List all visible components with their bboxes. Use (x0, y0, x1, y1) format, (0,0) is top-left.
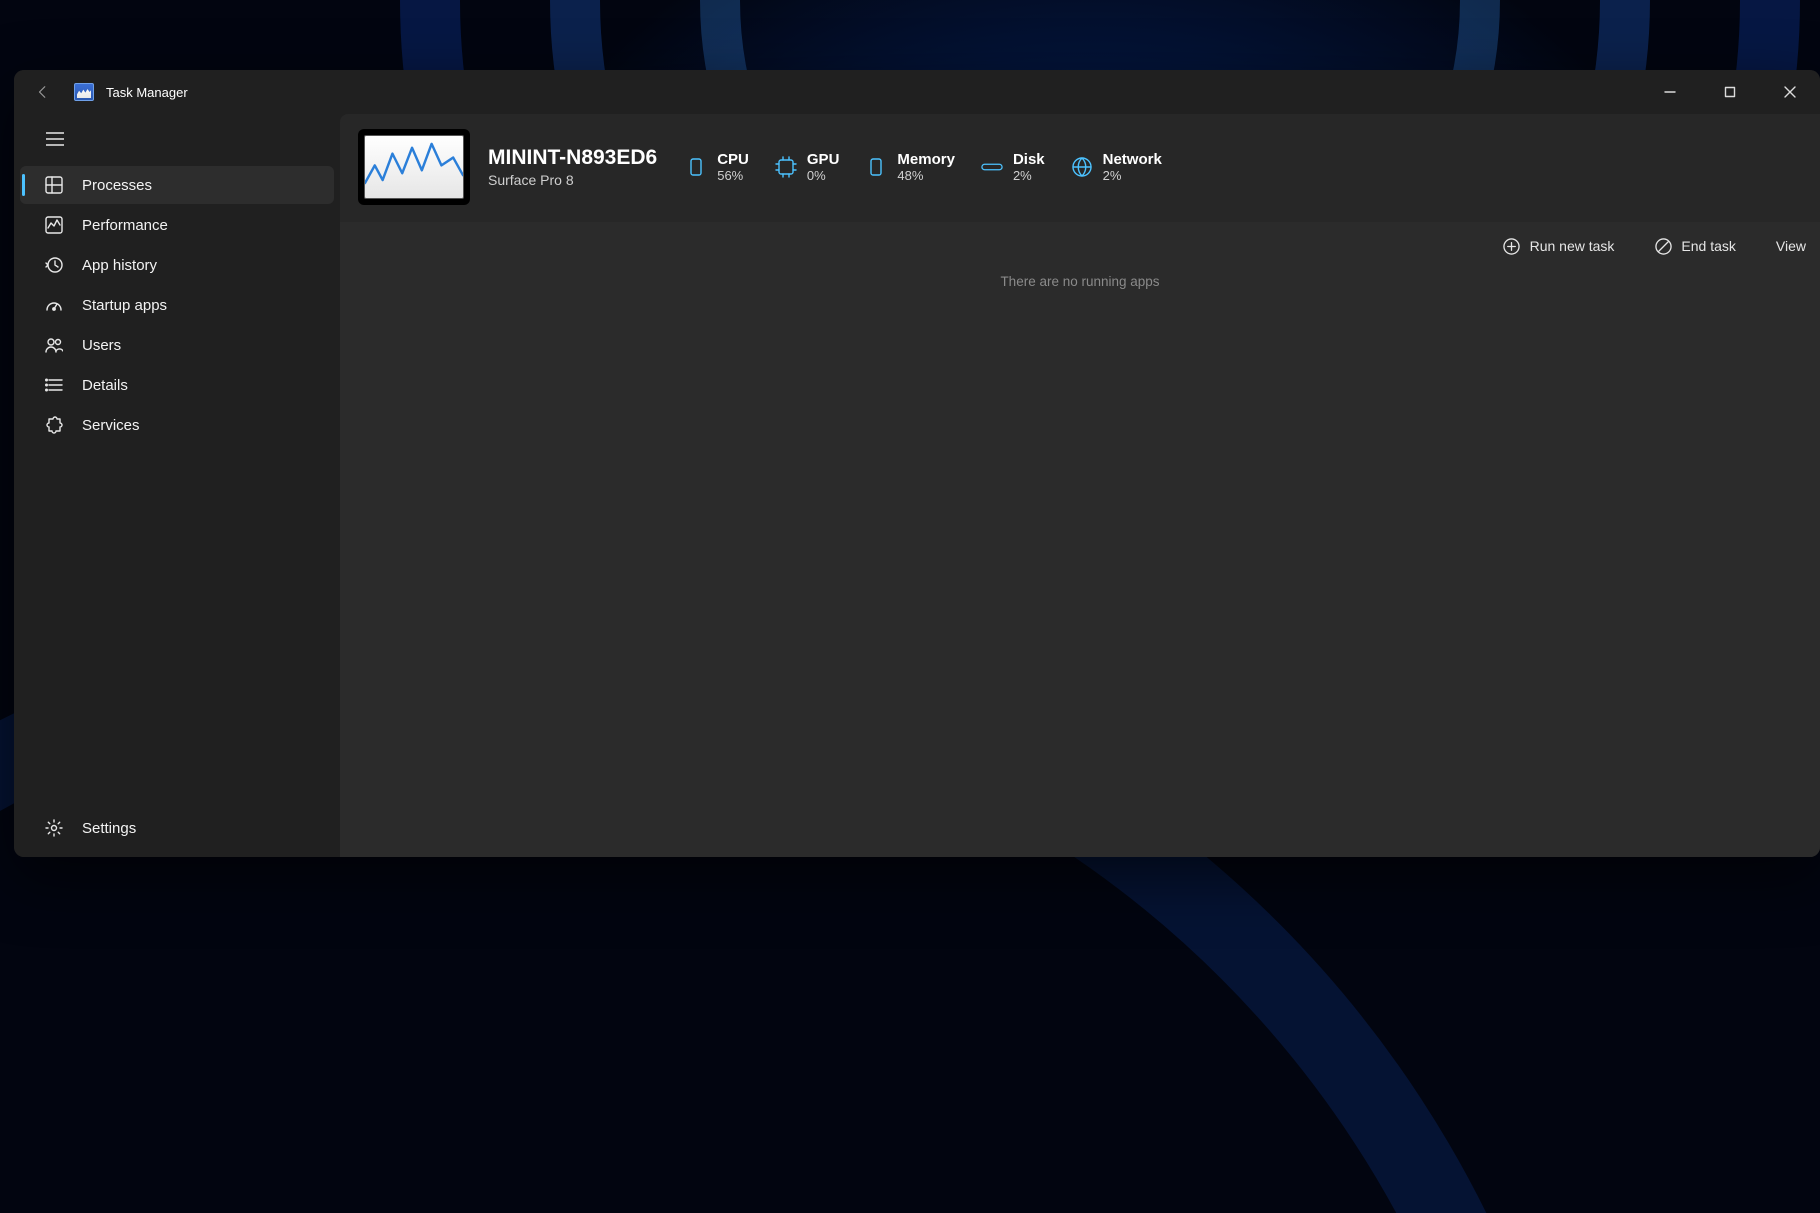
gauge-icon (44, 295, 64, 315)
gpu-chip-icon (775, 156, 797, 178)
app-icon (74, 83, 94, 101)
grid-icon (44, 175, 64, 195)
minimize-button[interactable] (1640, 70, 1700, 114)
dashboard-header: MININT-N893ED6 Surface Pro 8 CPU 56% (340, 114, 1820, 220)
titlebar: Task Manager (14, 70, 1820, 114)
sidebar-item-startup[interactable]: Startup apps (20, 286, 334, 324)
machine-model: Surface Pro 8 (488, 172, 657, 188)
main-panel: MININT-N893ED6 Surface Pro 8 CPU 56% (340, 114, 1820, 857)
sidebar-item-label: Users (82, 337, 121, 354)
performance-thumbnail (358, 129, 470, 205)
sidebar-item-performance[interactable]: Performance (20, 206, 334, 244)
stat-disk[interactable]: Disk 2% (981, 151, 1045, 183)
machine-info: MININT-N893ED6 Surface Pro 8 (488, 146, 657, 188)
users-icon (44, 335, 64, 355)
task-manager-window: Task Manager Processes (14, 70, 1820, 857)
list-icon (44, 375, 64, 395)
prohibit-icon (1654, 237, 1672, 255)
processes-content: Run new task End task View There are no … (340, 222, 1820, 857)
sidebar-item-label: Details (82, 377, 128, 394)
stat-memory[interactable]: Memory 48% (865, 151, 955, 183)
puzzle-icon (44, 415, 64, 435)
close-button[interactable] (1760, 70, 1820, 114)
button-label: Run new task (1530, 238, 1615, 254)
stat-label: Memory (897, 151, 955, 168)
plus-circle-icon (1503, 237, 1521, 255)
sidebar-item-processes[interactable]: Processes (20, 166, 334, 204)
stat-label: Disk (1013, 151, 1045, 168)
stat-value: 48% (897, 168, 955, 183)
stat-label: Network (1103, 151, 1162, 168)
button-label: End task (1681, 238, 1735, 254)
stat-label: GPU (807, 151, 840, 168)
sidebar-item-services[interactable]: Services (20, 406, 334, 444)
stat-gpu[interactable]: GPU 0% (775, 151, 840, 183)
machine-name: MININT-N893ED6 (488, 146, 657, 170)
stat-network[interactable]: Network 2% (1071, 151, 1162, 183)
run-new-task-button[interactable]: Run new task (1493, 231, 1625, 261)
activity-icon (44, 215, 64, 235)
memory-stick-icon (865, 156, 887, 178)
disk-icon (981, 156, 1003, 178)
maximize-button[interactable] (1700, 70, 1760, 114)
stat-label: CPU (717, 151, 749, 168)
sidebar-item-app-history[interactable]: App history (20, 246, 334, 284)
sidebar-item-label: Startup apps (82, 297, 167, 314)
sidebar-item-label: Processes (82, 177, 152, 194)
resource-stats: CPU 56% GPU 0% (685, 151, 1162, 183)
stat-value: 2% (1013, 168, 1045, 183)
sidebar-item-users[interactable]: Users (20, 326, 334, 364)
end-task-button[interactable]: End task (1644, 231, 1745, 261)
gear-icon (44, 818, 64, 838)
sidebar: Processes Performance App history (14, 114, 340, 857)
sidebar-item-label: Services (82, 417, 140, 434)
nav-list: Processes Performance App history (14, 162, 340, 448)
stat-value: 0% (807, 168, 840, 183)
empty-state-message: There are no running apps (340, 270, 1820, 289)
sidebar-item-settings[interactable]: Settings (20, 809, 334, 847)
back-button[interactable] (28, 77, 58, 107)
sidebar-item-label: Settings (82, 820, 136, 837)
sidebar-item-label: App history (82, 257, 157, 274)
sidebar-item-details[interactable]: Details (20, 366, 334, 404)
stat-value: 56% (717, 168, 749, 183)
stat-value: 2% (1103, 168, 1162, 183)
view-button[interactable]: View (1766, 232, 1806, 260)
history-icon (44, 255, 64, 275)
sidebar-item-label: Performance (82, 217, 168, 234)
content-toolbar: Run new task End task View (340, 222, 1820, 270)
globe-icon (1071, 156, 1093, 178)
button-label: View (1776, 238, 1806, 254)
stat-cpu[interactable]: CPU 56% (685, 151, 749, 183)
hamburger-button[interactable] (32, 118, 78, 160)
window-controls (1640, 70, 1820, 114)
window-title: Task Manager (106, 85, 188, 100)
cpu-chip-icon (685, 156, 707, 178)
